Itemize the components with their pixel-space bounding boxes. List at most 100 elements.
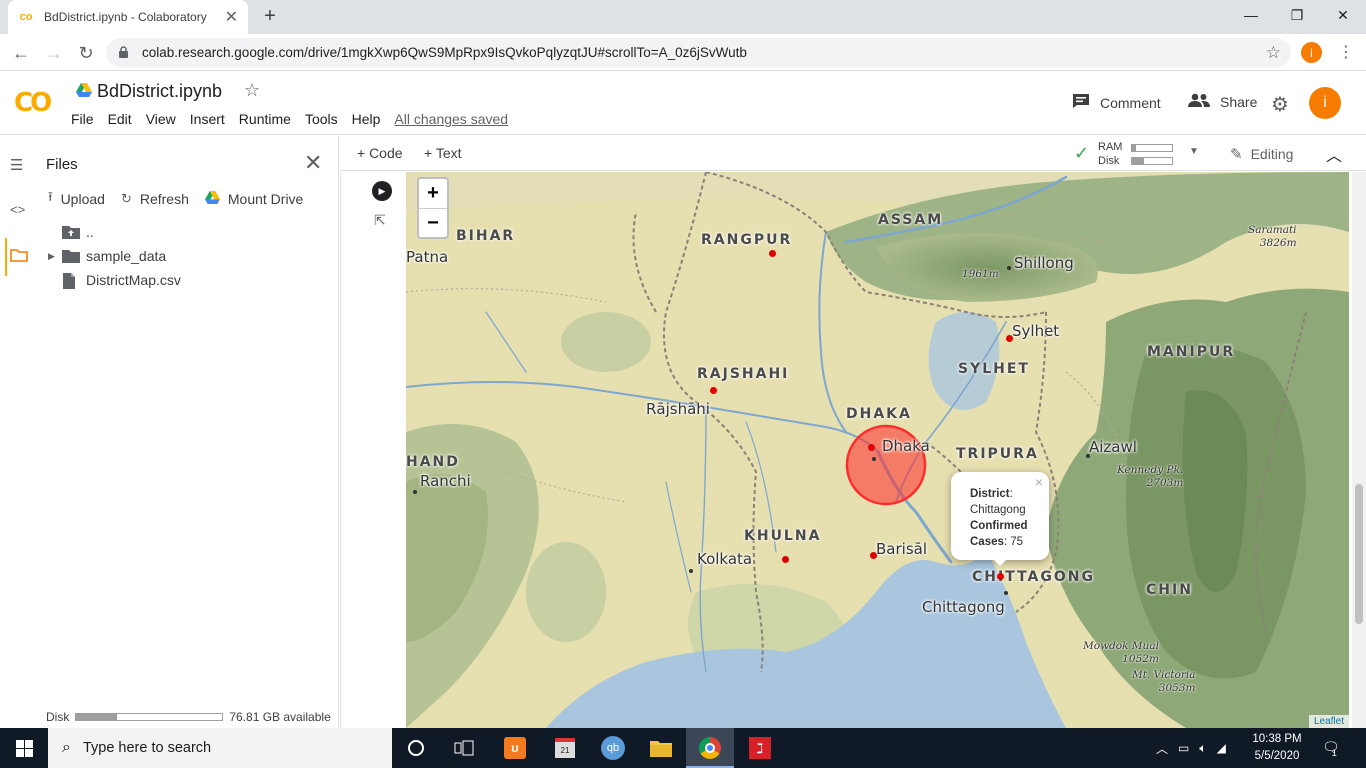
menu-edit[interactable]: Edit (108, 111, 132, 127)
acrobat-icon[interactable]: ℷ (745, 733, 775, 763)
table-of-contents-icon[interactable]: ☰ (10, 156, 23, 174)
disk-usage-fill (76, 714, 118, 720)
zoom-in-button[interactable]: + (419, 179, 447, 208)
cortana-icon[interactable] (401, 733, 431, 763)
region-label-manipur: MANIPUR (1147, 344, 1236, 360)
notebook-title[interactable]: BdDistrict.ipynb (97, 81, 222, 102)
expand-caret-icon[interactable]: ▶ (48, 251, 62, 262)
wifi-icon[interactable]: ◢ (1217, 741, 1226, 755)
code-snippets-icon[interactable]: <> (10, 202, 25, 217)
mount-drive-button[interactable]: Mount Drive (204, 191, 303, 207)
colab-logo[interactable]: CO (14, 88, 56, 118)
city-label-7: Barisāl (876, 540, 927, 558)
notebook-star-icon[interactable]: ☆ (244, 80, 260, 101)
add-text-cell-button[interactable]: + Text (424, 145, 462, 161)
city-dot-2[interactable] (1086, 454, 1090, 458)
region-label-tripura: TRIPURA (956, 446, 1039, 462)
leaflet-attribution-link[interactable]: Leaflet (1308, 715, 1349, 728)
file-tree-file-districtmap[interactable]: DistrictMap.csv (48, 269, 181, 291)
share-button[interactable]: Share (1188, 93, 1257, 111)
city-dot-3[interactable] (689, 569, 693, 573)
files-folder-icon[interactable] (10, 248, 28, 266)
district-marker-2[interactable] (1005, 334, 1013, 342)
menu-runtime[interactable]: Runtime (239, 111, 291, 127)
menu-view[interactable]: View (146, 111, 176, 127)
city-dot-4[interactable] (1004, 591, 1008, 595)
zoom-out-button[interactable]: − (419, 208, 447, 237)
district-marker-1[interactable] (709, 386, 717, 394)
taskbar-search[interactable]: ⌕ Type here to search (48, 728, 392, 768)
menu-insert[interactable]: Insert (190, 111, 225, 127)
google-drive-icon (76, 83, 92, 97)
ram-bar (1131, 144, 1173, 152)
ram-disk-indicator[interactable]: ✓ RAM Disk ▼ (1074, 140, 1204, 167)
editing-mode-button[interactable]: ✎ Editing (1230, 145, 1293, 163)
new-tab-button[interactable]: + (258, 4, 282, 28)
user-avatar[interactable]: i (1309, 87, 1341, 119)
back-button[interactable]: ← (8, 40, 34, 66)
battery-icon[interactable]: ▭ (1178, 741, 1189, 755)
chrome-taskbar-button[interactable] (686, 728, 734, 768)
runtime-dropdown-icon[interactable]: ▼ (1189, 146, 1199, 157)
minimize-button[interactable]: — (1228, 0, 1274, 30)
run-cell-button[interactable]: ▶ (372, 181, 392, 201)
city-dot-5[interactable] (872, 457, 876, 461)
volume-icon[interactable]: 🔈︎ (1199, 741, 1206, 756)
district-marker-0[interactable] (768, 249, 776, 257)
notification-center-icon[interactable]: 🗨︎1 (1322, 739, 1345, 758)
region-label-rajshahi: RAJSHAHI (697, 366, 790, 382)
calendar-app-icon[interactable]: 21 (550, 733, 580, 763)
disk-usage: Disk 76.81 GB available (46, 710, 331, 724)
file-tree-parent[interactable]: .. (48, 221, 94, 243)
upload-button[interactable]: ⭱ Upload (48, 188, 105, 210)
save-status-link[interactable]: All changes saved (394, 111, 508, 127)
window-close-button[interactable]: ✕ (1320, 0, 1366, 30)
windows-start-button[interactable] (0, 728, 48, 768)
city-dot-0[interactable] (413, 490, 417, 494)
scrollbar-thumb[interactable] (1355, 484, 1363, 624)
output-menu-icon[interactable]: ⇱ (374, 212, 386, 229)
files-panel-title: Files (46, 156, 78, 173)
menu-tools[interactable]: Tools (305, 111, 338, 127)
tray-expand-icon[interactable]: ︿ (1156, 740, 1168, 757)
city-dot-1[interactable] (1007, 266, 1011, 270)
qbittorrent-icon[interactable]: qb (598, 733, 628, 763)
browser-tab[interactable]: co BdDistrict.ipynb - Colaboratory ✕ (8, 0, 248, 34)
vertical-scrollbar[interactable] (1352, 172, 1366, 728)
peak-label-3: Mowdok Mual 1052m (1083, 640, 1159, 665)
district-marker-4[interactable] (781, 555, 789, 563)
refresh-button[interactable]: ↻ Refresh (121, 191, 189, 207)
ram-label: RAM (1098, 141, 1123, 153)
popup-close-icon[interactable]: × (1035, 474, 1043, 490)
address-bar[interactable]: colab.research.google.com/drive/1mgkXwp6… (106, 38, 1291, 67)
browser-menu-icon[interactable]: ⋮ (1338, 42, 1354, 62)
menu-help[interactable]: Help (352, 111, 381, 127)
taskbar-clock[interactable]: 10:38 PM 5/5/2020 (1250, 731, 1304, 765)
task-view-icon[interactable] (449, 733, 479, 763)
add-code-cell-button[interactable]: + Code (357, 145, 403, 161)
file-explorer-icon[interactable] (646, 733, 676, 763)
reload-button[interactable]: ↻ (73, 40, 99, 66)
file-tree-folder-sample-data[interactable]: ▶ sample_data (48, 245, 166, 267)
windows-taskbar: ⌕ Type here to search ʊ 21 qb ℷ ︿ ▭ 🔈︎ ◢… (0, 728, 1366, 768)
comment-button[interactable]: Comment (1072, 93, 1161, 113)
leaflet-map[interactable]: BIHAR RANGPUR ASSAM RAJSHAHI DHAKA SYLHET MANI… (406, 172, 1349, 728)
app-orange-icon[interactable]: ʊ (500, 733, 530, 763)
forward-button[interactable]: → (41, 40, 67, 66)
district-marker-5[interactable] (869, 551, 877, 559)
popup-district-value: Chittagong (970, 504, 1026, 516)
close-files-panel-icon[interactable]: ✕ (304, 150, 322, 176)
menu-file[interactable]: File (71, 111, 94, 127)
maximize-button[interactable]: ❐ (1274, 0, 1320, 30)
collapse-header-icon[interactable]: ︿ (1326, 142, 1342, 166)
settings-gear-icon[interactable]: ⚙ (1271, 92, 1289, 117)
browser-profile-avatar[interactable]: i (1301, 42, 1322, 63)
bookmark-star-icon[interactable]: ☆ (1266, 43, 1281, 63)
comment-label: Comment (1100, 95, 1161, 111)
district-marker-6[interactable] (996, 572, 1004, 580)
city-label-1: Shillong (1014, 254, 1074, 272)
tab-close-icon[interactable]: ✕ (225, 7, 238, 27)
district-marker-3[interactable] (867, 443, 875, 451)
taskbar-search-placeholder: Type here to search (82, 740, 212, 756)
url-text: colab.research.google.com/drive/1mgkXwp6… (142, 45, 747, 60)
